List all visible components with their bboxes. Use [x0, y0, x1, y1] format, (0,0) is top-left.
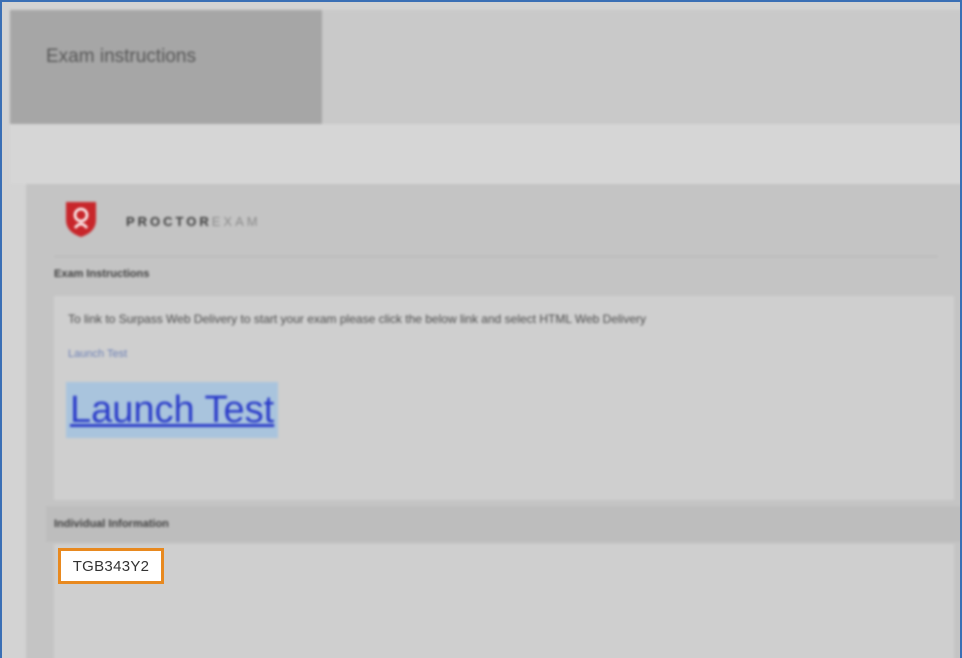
- candidate-code-highlight: TGB343Y2: [58, 548, 164, 584]
- proctorexam-shield-icon: [66, 202, 96, 237]
- candidate-code: TGB343Y2: [72, 557, 150, 575]
- brand-name-strong: PROCTOR: [126, 214, 212, 229]
- header-bar: Exam instructions: [10, 10, 960, 124]
- exam-instructions-heading: Exam Instructions: [54, 268, 150, 280]
- exam-instructions-box: To link to Surpass Web Delivery to start…: [54, 296, 954, 500]
- tab-label: Exam instructions: [46, 46, 196, 67]
- individual-information-heading: Individual Information: [54, 518, 169, 530]
- launch-test-link-small[interactable]: Launch Test: [68, 348, 127, 360]
- tab-exam-instructions[interactable]: Exam instructions: [10, 10, 322, 124]
- brand-logo-text: PROCTOREXAM: [126, 214, 261, 229]
- spacer-strip: [10, 124, 960, 184]
- divider: [54, 256, 938, 257]
- launch-test-link[interactable]: Launch Test: [66, 382, 279, 438]
- instructions-text: To link to Surpass Web Delivery to start…: [68, 312, 647, 326]
- individual-information-box: [54, 544, 954, 658]
- individual-information-bar: Individual Information: [46, 506, 960, 542]
- app-window: Exam instructions PROCTOREXAM Exam Instr…: [0, 0, 962, 658]
- brand-name-light: EXAM: [211, 214, 261, 229]
- content-panel: PROCTOREXAM Exam Instructions To link to…: [26, 184, 960, 658]
